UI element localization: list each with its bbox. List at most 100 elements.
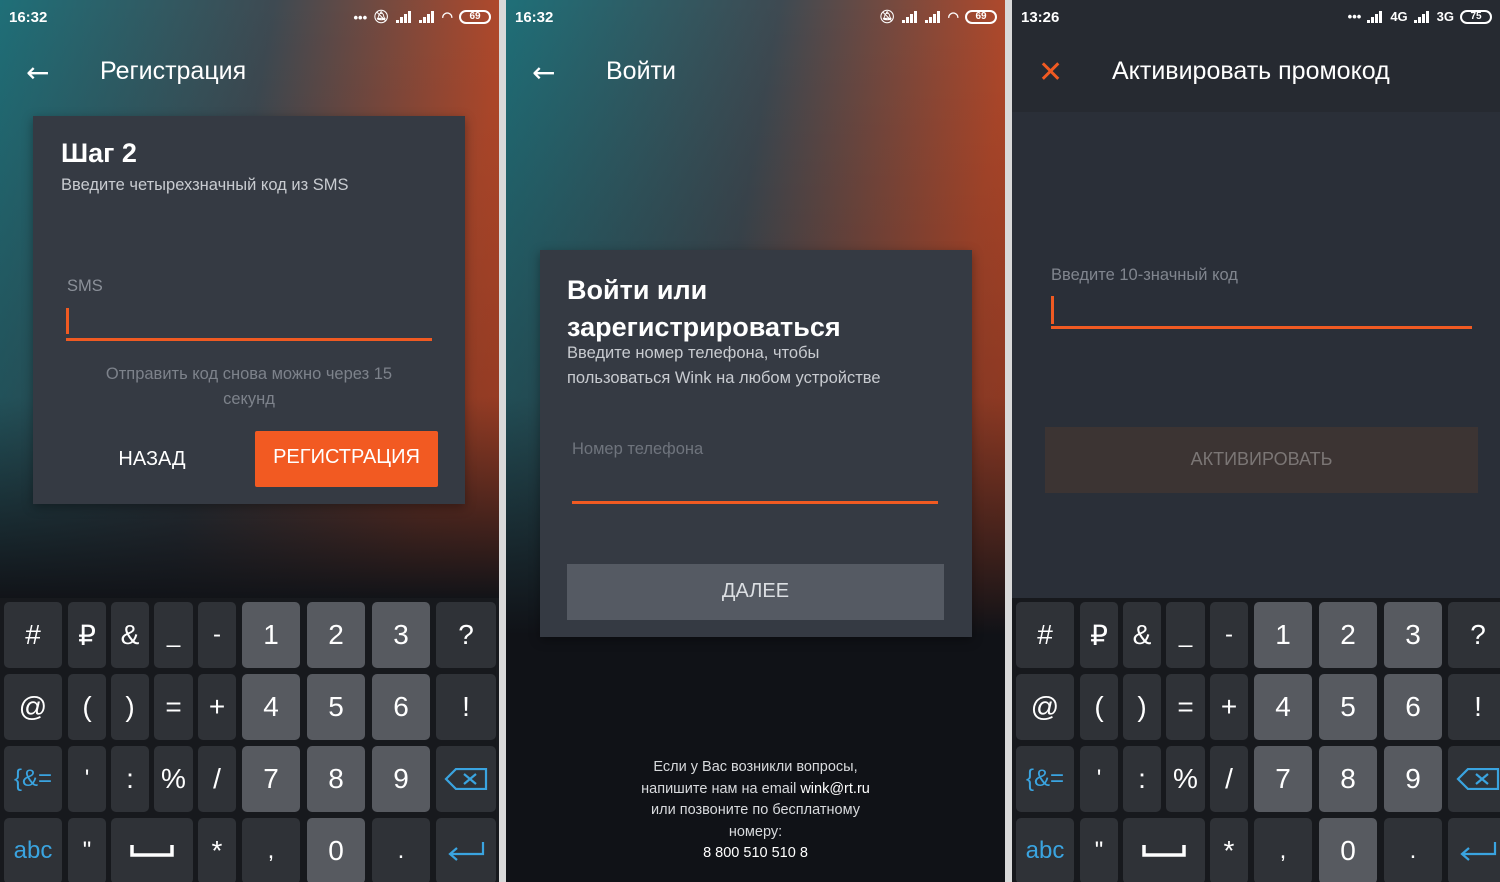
key-apostrophe[interactable]: ' <box>1080 746 1118 812</box>
activate-button[interactable]: АКТИВИРОВАТЬ <box>1045 427 1478 493</box>
key-apostrophe[interactable]: ' <box>68 746 106 812</box>
key-space[interactable] <box>1123 818 1205 882</box>
key-at[interactable]: @ <box>1016 674 1074 740</box>
key-equals[interactable]: = <box>154 674 193 740</box>
key-7[interactable]: 7 <box>1254 746 1312 812</box>
signal-icon <box>1367 10 1384 23</box>
text-cursor <box>66 308 69 334</box>
key-plus[interactable]: + <box>198 674 236 740</box>
back-arrow-icon[interactable]: ← <box>26 59 54 87</box>
key-ruble[interactable]: ₽ <box>68 602 106 668</box>
key-symbols-toggle[interactable]: {&= <box>4 746 62 812</box>
register-button[interactable]: РЕГИСТРАЦИЯ <box>255 431 438 487</box>
key-enter[interactable] <box>1448 818 1500 882</box>
key-quote[interactable]: " <box>68 818 106 882</box>
key-plus[interactable]: + <box>1210 674 1248 740</box>
key-8[interactable]: 8 <box>1319 746 1377 812</box>
key-period[interactable]: . <box>1384 818 1442 882</box>
key-colon[interactable]: : <box>111 746 149 812</box>
key-question[interactable]: ? <box>1448 602 1500 668</box>
key-comma[interactable]: , <box>242 818 300 882</box>
promo-code-input[interactable] <box>1050 262 1472 332</box>
next-button-label: ДАЛЕЕ <box>721 580 790 602</box>
back-button[interactable]: НАЗАД <box>95 446 209 472</box>
key-colon[interactable]: : <box>1123 746 1161 812</box>
key-hash[interactable]: # <box>4 602 62 668</box>
key-equals[interactable]: = <box>1166 674 1205 740</box>
key-ampersand[interactable]: & <box>1123 602 1161 668</box>
key-abc-toggle[interactable]: abc <box>1016 818 1074 882</box>
key-minus[interactable]: - <box>1210 602 1248 668</box>
back-arrow-icon[interactable]: ← <box>532 59 560 87</box>
key-0[interactable]: 0 <box>307 818 365 882</box>
page-title: Войти <box>606 57 676 85</box>
key-6[interactable]: 6 <box>372 674 430 740</box>
close-icon[interactable]: ✕ <box>1038 58 1066 88</box>
battery-icon: 75 <box>1460 9 1492 24</box>
key-backspace[interactable] <box>436 746 496 812</box>
key-8[interactable]: 8 <box>307 746 365 812</box>
phone-input[interactable] <box>572 435 938 505</box>
sms-input[interactable] <box>65 301 433 343</box>
key-asterisk[interactable]: * <box>198 818 236 882</box>
key-underscore[interactable]: _ <box>154 602 193 668</box>
key-paren-open[interactable]: ( <box>1080 674 1118 740</box>
mute-icon: 🔕︎ <box>373 9 390 24</box>
key-exclamation[interactable]: ! <box>1448 674 1500 740</box>
support-email-link[interactable]: wink@rt.ru <box>800 781 870 797</box>
key-2[interactable]: 2 <box>1319 602 1377 668</box>
key-underscore[interactable]: _ <box>1166 602 1205 668</box>
key-0[interactable]: 0 <box>1319 818 1377 882</box>
key-asterisk[interactable]: * <box>1210 818 1248 882</box>
numeric-keyboard: # ₽ & _ -1 2 3? @() = +4 5 6! {&= ':%/7 8 9 abc " *, 0. <box>0 598 499 882</box>
key-slash[interactable]: / <box>1210 746 1248 812</box>
key-exclamation[interactable]: ! <box>436 674 496 740</box>
key-6[interactable]: 6 <box>1384 674 1442 740</box>
more-dots-icon: ••• <box>353 9 368 25</box>
key-5[interactable]: 5 <box>307 674 365 740</box>
next-button[interactable]: ДАЛЕЕ <box>567 564 944 620</box>
register-button-label: РЕГИСТРАЦИЯ <box>273 446 420 468</box>
key-enter[interactable] <box>436 818 496 882</box>
key-minus[interactable]: - <box>198 602 236 668</box>
key-ampersand[interactable]: & <box>111 602 149 668</box>
key-paren-close[interactable]: ) <box>111 674 149 740</box>
key-at[interactable]: @ <box>4 674 62 740</box>
support-phone-link[interactable]: 8 800 510 510 8 <box>506 843 1005 865</box>
key-question[interactable]: ? <box>436 602 496 668</box>
status-bar: 16:32 🔕︎ ◠ 69 <box>515 6 997 30</box>
key-7[interactable]: 7 <box>242 746 300 812</box>
login-heading: Войти или зарегистрироваться <box>567 275 841 342</box>
key-percent[interactable]: % <box>154 746 193 812</box>
key-5[interactable]: 5 <box>1319 674 1377 740</box>
key-4[interactable]: 4 <box>1254 674 1312 740</box>
promo-code-underline <box>1051 326 1472 329</box>
key-hash[interactable]: # <box>1016 602 1074 668</box>
key-ruble[interactable]: ₽ <box>1080 602 1118 668</box>
status-time: 13:26 <box>1021 9 1060 26</box>
key-3[interactable]: 3 <box>372 602 430 668</box>
numeric-keyboard: # ₽ & _ -1 2 3? @() = +4 5 6! {&= ':%/7 8 9 abc " *, 0. <box>1012 598 1500 882</box>
key-backspace[interactable] <box>1448 746 1500 812</box>
key-1[interactable]: 1 <box>242 602 300 668</box>
key-1[interactable]: 1 <box>1254 602 1312 668</box>
app-bar: ← Регистрация <box>0 55 499 95</box>
key-comma[interactable]: , <box>1254 818 1312 882</box>
key-4[interactable]: 4 <box>242 674 300 740</box>
key-9[interactable]: 9 <box>1384 746 1442 812</box>
key-slash[interactable]: / <box>198 746 236 812</box>
key-space[interactable] <box>111 818 193 882</box>
key-2[interactable]: 2 <box>307 602 365 668</box>
signal-icon <box>1413 10 1431 23</box>
key-quote[interactable]: " <box>1080 818 1118 882</box>
key-paren-close[interactable]: ) <box>1123 674 1161 740</box>
key-period[interactable]: . <box>372 818 430 882</box>
key-paren-open[interactable]: ( <box>68 674 106 740</box>
more-dots-icon: ••• <box>1347 9 1362 24</box>
app-bar: ✕ Активировать промокод <box>1012 55 1500 95</box>
key-3[interactable]: 3 <box>1384 602 1442 668</box>
key-percent[interactable]: % <box>1166 746 1205 812</box>
key-9[interactable]: 9 <box>372 746 430 812</box>
key-abc-toggle[interactable]: abc <box>4 818 62 882</box>
key-symbols-toggle[interactable]: {&= <box>1016 746 1074 812</box>
